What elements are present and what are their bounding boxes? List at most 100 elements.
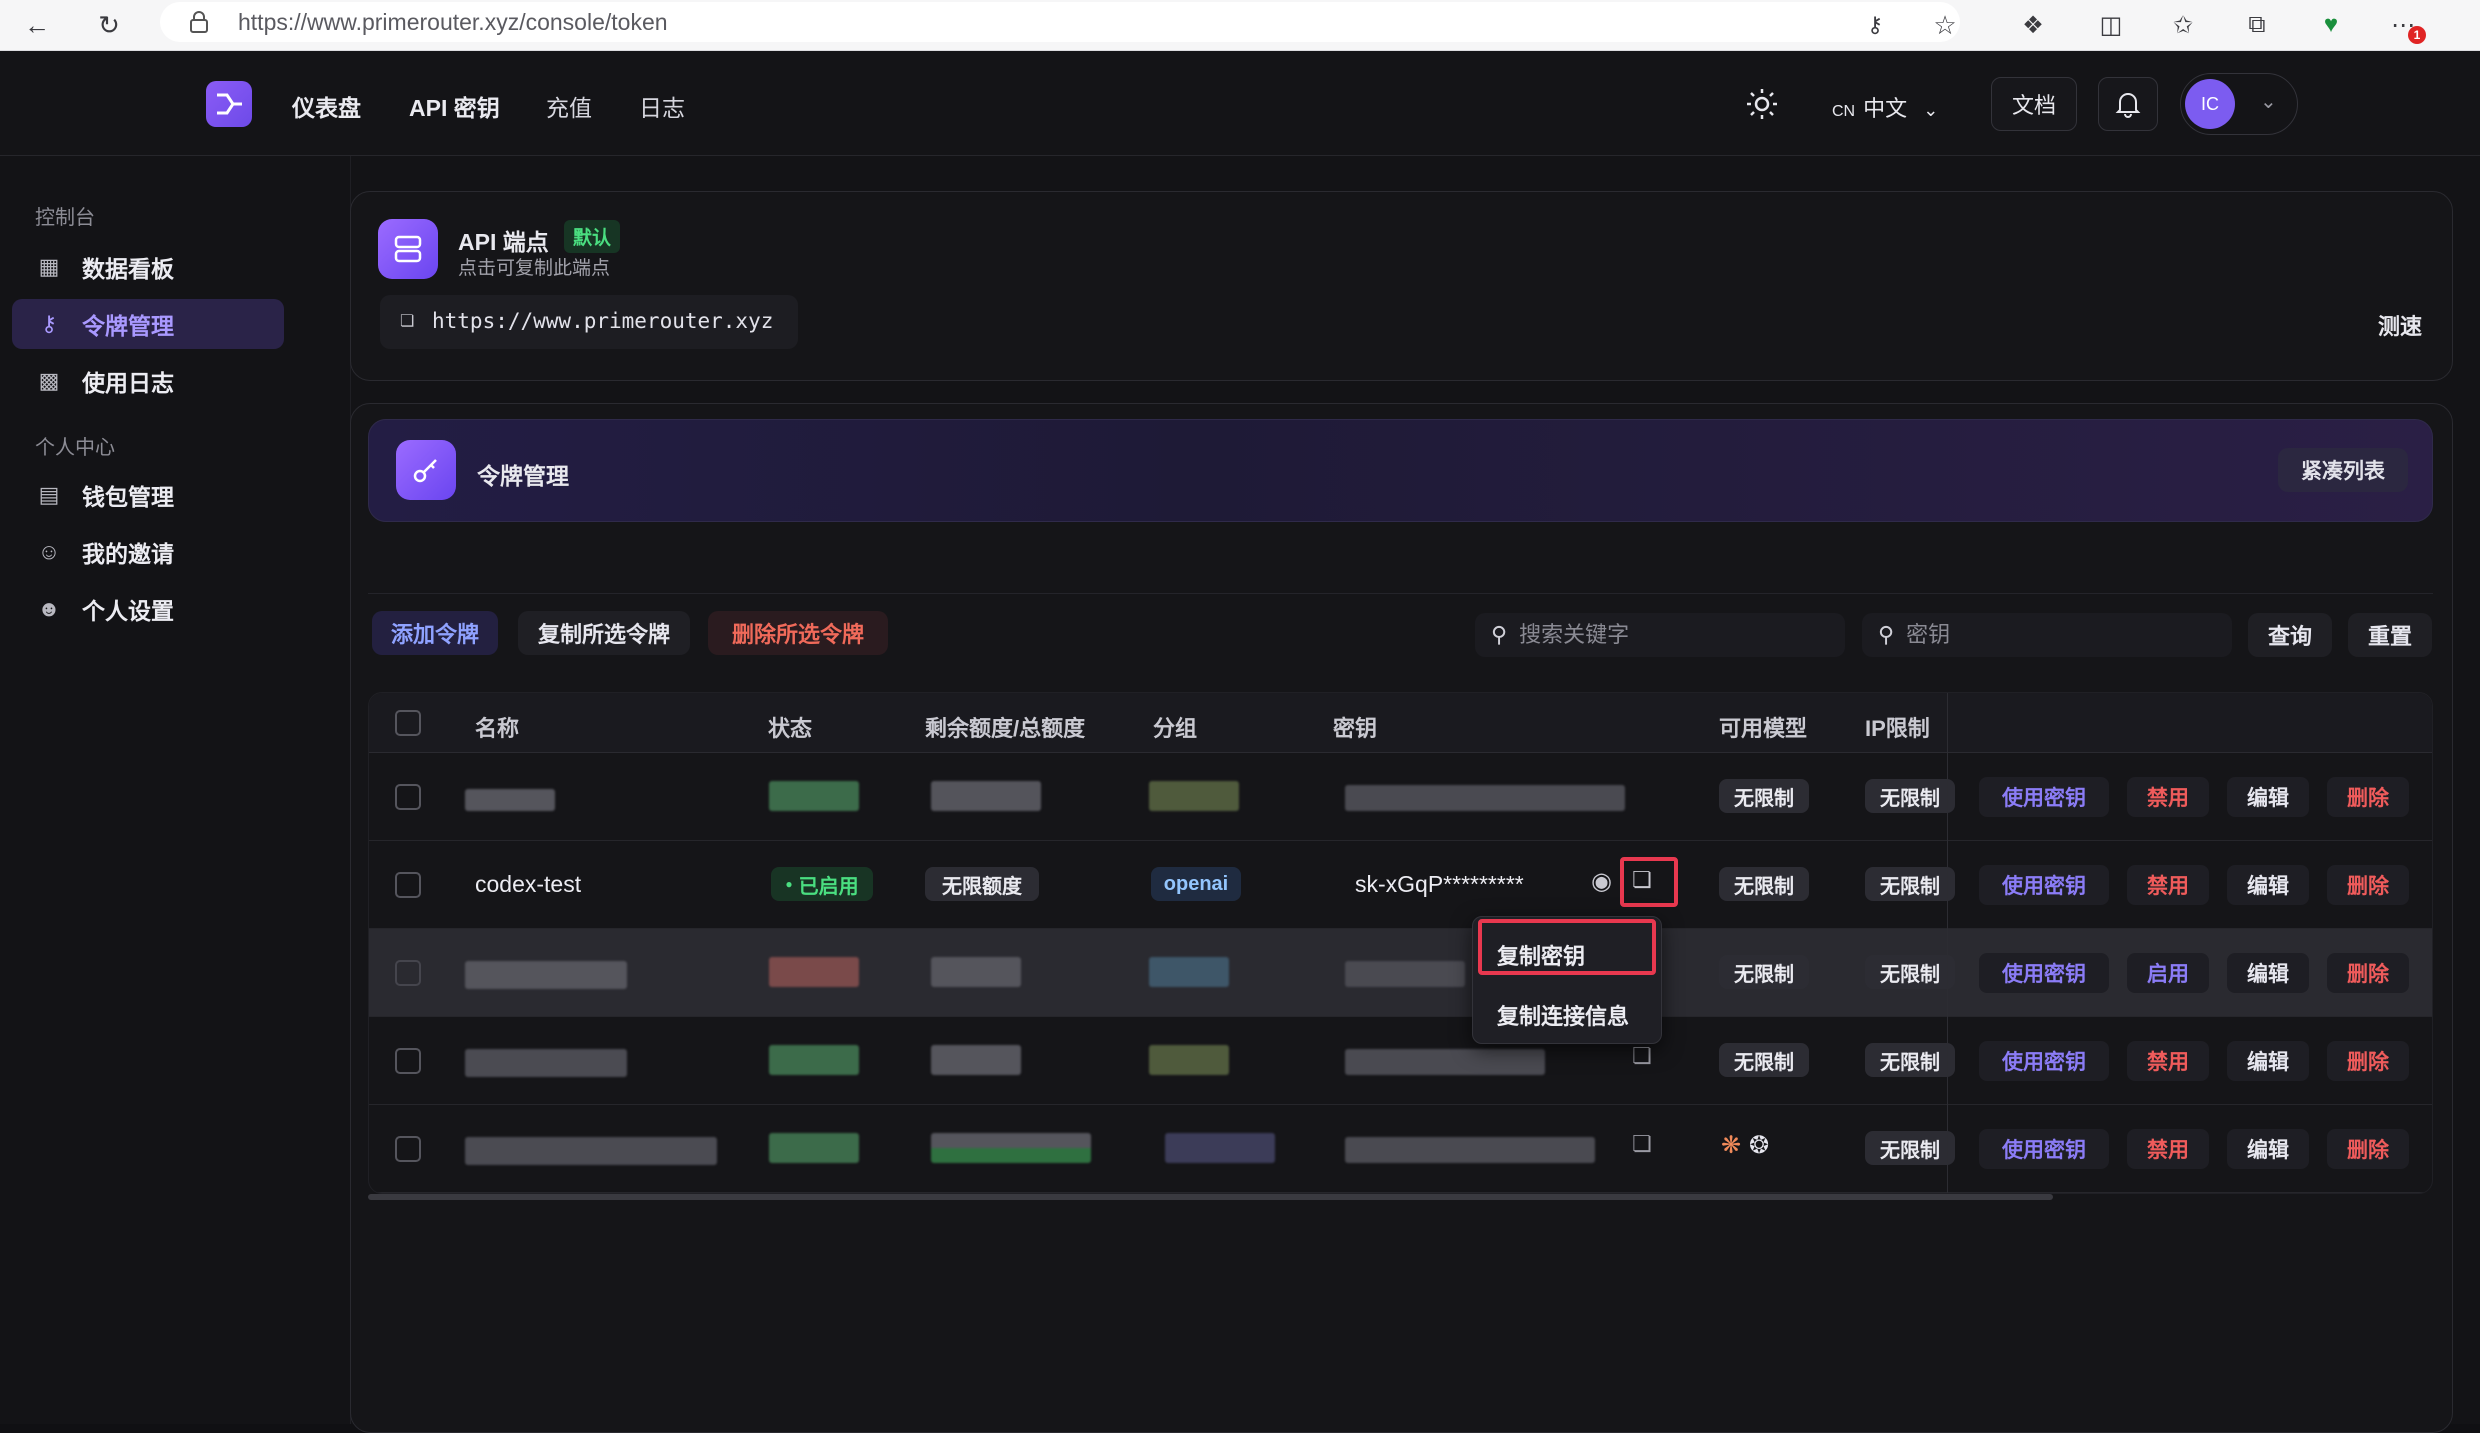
sidebar-item-wallet[interactable]: ▤ 钱包管理	[12, 470, 284, 520]
column-header-status[interactable]: 状态	[768, 711, 812, 743]
nav-topup[interactable]: 充值	[546, 89, 592, 123]
redacted-status	[769, 957, 859, 987]
add-token-button[interactable]: 添加令牌	[372, 611, 498, 655]
column-header-models[interactable]: 可用模型	[1719, 711, 1807, 743]
disable-button[interactable]: 禁用	[2127, 1129, 2209, 1169]
column-header-group[interactable]: 分组	[1153, 711, 1197, 743]
browser-health-icon[interactable]: ♥	[2314, 8, 2348, 42]
edit-button[interactable]: 编辑	[2227, 1129, 2309, 1169]
table-row[interactable]: 无限制 无限制 使用密钥 启用 编辑 删除	[369, 929, 2432, 1017]
endpoint-copy-box[interactable]: ❏ https://www.primerouter.xyz	[380, 295, 798, 349]
table-row[interactable]: ❏ 无限制 无限制 使用密钥 禁用 编辑 删除	[369, 1017, 2432, 1105]
group-tag: openai	[1151, 867, 1241, 901]
api-endpoint-title: API 端点	[458, 229, 549, 255]
extensions-icon[interactable]: ❖	[2016, 8, 2050, 42]
nav-logs[interactable]: 日志	[639, 89, 685, 123]
row-checkbox[interactable]	[395, 960, 421, 986]
use-key-button[interactable]: 使用密钥	[1979, 865, 2109, 905]
reset-button[interactable]: 重置	[2348, 613, 2432, 657]
keyword-search[interactable]: ⚲	[1475, 613, 1845, 657]
use-key-button[interactable]: 使用密钥	[1979, 1129, 2109, 1169]
row-checkbox[interactable]	[395, 784, 421, 810]
disable-button[interactable]: 禁用	[2127, 1041, 2209, 1081]
enable-button[interactable]: 启用	[2127, 953, 2209, 993]
docs-button[interactable]: 文档	[1991, 77, 2077, 131]
column-header-name[interactable]: 名称	[475, 711, 519, 743]
split-screen-icon[interactable]: ◫	[2094, 8, 2128, 42]
favorites-icon[interactable]: ✩	[2166, 8, 2200, 42]
redacted-name	[465, 1137, 717, 1165]
redacted-quota	[931, 957, 1021, 987]
delete-button[interactable]: 删除	[2327, 1129, 2409, 1169]
column-header-key[interactable]: 密钥	[1333, 711, 1377, 743]
endpoint-url: https://www.primerouter.xyz	[432, 309, 774, 333]
redacted-quota	[931, 1133, 1091, 1163]
key-search[interactable]: ⚲	[1862, 613, 2232, 657]
use-key-button[interactable]: 使用密钥	[1979, 1041, 2109, 1081]
wallet-icon: ▤	[38, 482, 60, 507]
sidebar-item-dashboard[interactable]: ▦ 数据看板	[12, 242, 284, 292]
delete-button[interactable]: 删除	[2327, 953, 2409, 993]
bar-chart-icon: ▩	[38, 368, 60, 393]
sidebar-item-settings[interactable]: ☻ 个人设置	[12, 584, 284, 634]
copy-selected-button[interactable]: 复制所选令牌	[518, 611, 690, 655]
redacted-group	[1149, 1045, 1229, 1075]
app-logo[interactable]	[206, 81, 252, 127]
copy-connection-info-menu-item[interactable]: 复制连接信息	[1497, 999, 1629, 1031]
delete-button[interactable]: 删除	[2327, 777, 2409, 817]
openai-model-icon: ❂	[1749, 1132, 1770, 1159]
language-selector[interactable]: CN 中文 ⌄	[1832, 91, 1938, 123]
delete-selected-button[interactable]: 删除所选令牌	[708, 611, 888, 655]
query-button[interactable]: 查询	[2248, 613, 2332, 657]
disable-button[interactable]: 禁用	[2127, 777, 2209, 817]
password-key-icon[interactable]: ⚷	[1858, 8, 1892, 42]
horizontal-scrollbar[interactable]	[368, 1194, 2053, 1200]
redacted-name	[465, 789, 555, 811]
favorite-star-icon[interactable]: ☆	[1928, 8, 1962, 42]
delete-button[interactable]: 删除	[2327, 865, 2409, 905]
column-header-ip-limit[interactable]: IP限制	[1865, 711, 1930, 743]
table-row[interactable]: 无限制 无限制 使用密钥 禁用 编辑 删除	[369, 753, 2432, 841]
edit-button[interactable]: 编辑	[2227, 865, 2309, 905]
edit-button[interactable]: 编辑	[2227, 777, 2309, 817]
table-row[interactable]: codex-test ● 已启用 无限额度 openai sk-xGqP*****…	[369, 841, 2432, 929]
compact-list-toggle[interactable]: 紧凑列表	[2278, 448, 2408, 492]
redacted-status	[769, 1133, 859, 1163]
edit-button[interactable]: 编辑	[2227, 1041, 2309, 1081]
keyword-search-input[interactable]	[1519, 622, 1840, 648]
reload-icon[interactable]: ↻	[92, 8, 126, 42]
row-checkbox[interactable]	[395, 872, 421, 898]
copy-key-icon[interactable]: ❏	[1632, 1043, 1652, 1069]
disable-button[interactable]: 禁用	[2127, 865, 2209, 905]
nav-api-keys[interactable]: API 密钥	[409, 89, 500, 123]
use-key-button[interactable]: 使用密钥	[1979, 953, 2109, 993]
show-key-eye-icon[interactable]: ◉	[1591, 867, 1612, 896]
nav-dashboard[interactable]: 仪表盘	[292, 89, 361, 123]
speed-test-button[interactable]: 测速	[2378, 309, 2422, 341]
sidebar-item-token-management[interactable]: ⚷ 令牌管理	[12, 299, 284, 349]
table-row[interactable]: ❏ ❋ ❂ 无限制 使用密钥 禁用 编辑 删除	[369, 1105, 2432, 1193]
row-checkbox[interactable]	[395, 1048, 421, 1074]
row-checkbox[interactable]	[395, 1136, 421, 1162]
delete-button[interactable]: 删除	[2327, 1041, 2409, 1081]
redacted-group	[1149, 957, 1229, 987]
select-all-checkbox[interactable]	[395, 710, 421, 736]
use-key-button[interactable]: 使用密钥	[1979, 777, 2109, 817]
back-icon[interactable]: ←	[20, 8, 54, 42]
redacted-key	[1345, 1137, 1595, 1163]
avatar[interactable]: IC	[2185, 79, 2235, 129]
copy-key-icon[interactable]: ❏	[1632, 1131, 1652, 1157]
sidebar-item-invites[interactable]: ☺ 我的邀请	[12, 527, 284, 577]
theme-toggle-sun-icon[interactable]	[1745, 87, 1779, 121]
collections-icon[interactable]: ⧉	[2240, 8, 2274, 42]
notifications-button[interactable]	[2098, 77, 2158, 131]
redacted-name	[465, 961, 627, 989]
key-search-input[interactable]	[1906, 622, 2227, 648]
column-header-quota[interactable]: 剩余额度/总额度	[925, 711, 1085, 743]
copy-key-highlight	[1620, 857, 1678, 907]
ip-limit-tag: 无限制	[1865, 779, 1955, 813]
sidebar-item-usage-logs[interactable]: ▩ 使用日志	[12, 356, 284, 406]
user-menu-chevron-icon[interactable]: ⌄	[2260, 89, 2277, 114]
top-navigation: 仪表盘 API 密钥 充值 日志 CN 中文 ⌄ 文档 IC ⌄	[0, 51, 2480, 156]
edit-button[interactable]: 编辑	[2227, 953, 2309, 993]
